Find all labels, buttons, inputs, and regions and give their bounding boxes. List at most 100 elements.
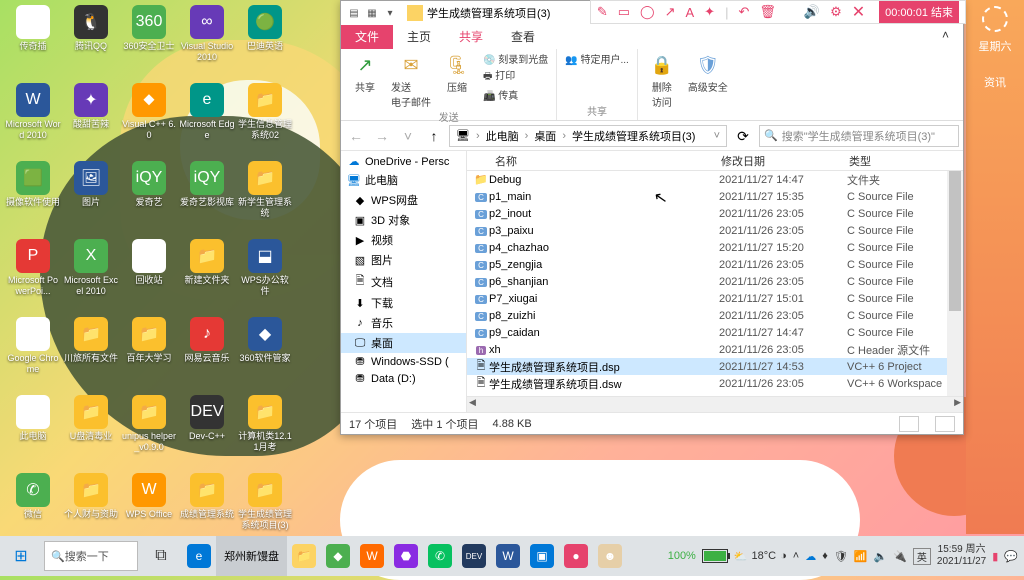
- remove-access-button[interactable]: 🔒删除 访问: [646, 51, 678, 109]
- nav-item[interactable]: ▣3D 对象: [341, 210, 466, 230]
- nav-item[interactable]: ☁OneDrive - Persc: [341, 153, 466, 170]
- nav-fwd-button[interactable]: →: [371, 125, 393, 147]
- desktop-icon[interactable]: eMicrosoft Edge: [179, 83, 235, 159]
- print-button[interactable]: 🖶 打印: [483, 67, 548, 86]
- tab-home[interactable]: 主页: [393, 25, 445, 49]
- taskbar-explorer[interactable]: 📁: [287, 536, 321, 576]
- stop-icon[interactable]: ✕: [852, 2, 865, 22]
- nav-item[interactable]: ▧图片: [341, 250, 466, 270]
- table-row[interactable]: Cp6_shanjian2021/11/26 23:05C Source Fil…: [467, 273, 963, 290]
- desktop-icon[interactable]: 🟩摄像软件使用: [5, 161, 61, 237]
- desktop-icon[interactable]: 🐧腾讯QQ: [63, 5, 119, 81]
- desktop-icon[interactable]: 🗑传奇插: [5, 5, 61, 81]
- desktop-icon[interactable]: 📁新建文件夹: [179, 239, 235, 315]
- undo-icon[interactable]: ↶: [738, 4, 749, 20]
- desktop-icon[interactable]: 🟢巴迪英语: [237, 5, 293, 81]
- burn-button[interactable]: 💿 刻录到光盘: [483, 51, 548, 66]
- nav-item[interactable]: 🖵桌面: [341, 333, 466, 353]
- desktop-icon[interactable]: PMicrosoft PowerPoi...: [5, 239, 61, 315]
- view-large-button[interactable]: [935, 416, 955, 432]
- table-row[interactable]: 🗎学生成绩管理系统项目.dsw2021/11/26 23:05VC++ 6 Wo…: [467, 375, 963, 392]
- desktop-icon[interactable]: ✦酸甜苦辣: [63, 83, 119, 159]
- nav-item[interactable]: ⬇下载: [341, 293, 466, 313]
- desktop-icon[interactable]: ∞Visual Studio 2010: [179, 5, 235, 81]
- callout-icon[interactable]: ✦: [704, 4, 715, 20]
- taskbar[interactable]: ⊞ 🔍 搜索一下 ⧉ e 郑州新馒盘 📁 ◆ W ⬣ ✆ DEV W ▣ ● ☻…: [0, 536, 1024, 576]
- arrow-icon[interactable]: ↗: [665, 4, 676, 20]
- view-details-button[interactable]: [899, 416, 919, 432]
- taskbar-devcpp[interactable]: DEV: [457, 536, 491, 576]
- nav-item[interactable]: ◆WPS网盘: [341, 190, 466, 210]
- table-row[interactable]: CP7_xiugai2021/11/27 15:01C Source File: [467, 290, 963, 307]
- table-row[interactable]: 🗎学生成绩管理系统项目.dsp2021/11/27 14:53VC++ 6 Pr…: [467, 358, 963, 375]
- scrollbar-thumb[interactable]: [949, 171, 961, 311]
- tray-volume-icon[interactable]: 🔈: [874, 550, 888, 563]
- taskbar-wps[interactable]: W: [355, 536, 389, 576]
- tray-tip-icon[interactable]: ♦: [822, 550, 828, 562]
- ime-indicator[interactable]: 英: [913, 548, 931, 565]
- tab-file[interactable]: 文件: [341, 25, 393, 49]
- vertical-scrollbar[interactable]: [947, 171, 963, 396]
- specific-users-button[interactable]: 👥 特定用户...: [565, 51, 629, 66]
- desktop-icon[interactable]: 🗑回收站: [121, 239, 177, 315]
- table-row[interactable]: Cp4_chazhao2021/11/27 15:20C Source File: [467, 239, 963, 256]
- desktop-icon[interactable]: WMicrosoft Word 2010: [5, 83, 61, 159]
- table-row[interactable]: Cp8_zuizhi2021/11/26 23:05C Source File: [467, 307, 963, 324]
- tray-wifi-icon[interactable]: 📶: [854, 550, 868, 563]
- taskbar-clock[interactable]: 15:59 周六 2021/11/27: [937, 544, 986, 568]
- desktop-icon[interactable]: 📁川旅所有文件: [63, 317, 119, 393]
- desktop-icon[interactable]: 📁unipus helper_v0.9.0: [121, 395, 177, 471]
- recorder-timer[interactable]: 00:00:01 结束: [879, 1, 959, 23]
- taskbar-avatar[interactable]: ☻: [593, 536, 627, 576]
- fax-button[interactable]: 📠 传真: [483, 87, 548, 102]
- nav-up-button[interactable]: ↑: [423, 125, 445, 147]
- nav-back-button[interactable]: ←: [345, 125, 367, 147]
- email-button[interactable]: ✉发送 电子邮件: [391, 51, 431, 109]
- weather-widget[interactable]: ⛅18°C◑: [734, 550, 787, 563]
- desktop-icon[interactable]: XMicrosoft Excel 2010: [63, 239, 119, 315]
- trash-icon[interactable]: 🗑: [759, 4, 776, 20]
- qat-new-folder-icon[interactable]: ▦: [365, 6, 379, 20]
- tab-view[interactable]: 查看: [497, 25, 549, 49]
- zip-button[interactable]: 🗜压缩: [441, 51, 473, 94]
- desktop-icon[interactable]: iQY爱奇艺影视库: [179, 161, 235, 237]
- table-row[interactable]: Cp2_inout2021/11/26 23:05C Source File: [467, 205, 963, 222]
- qat-properties-icon[interactable]: ▤: [347, 6, 361, 20]
- qat-dropdown-icon[interactable]: ▾: [383, 6, 397, 20]
- taskbar-wechat[interactable]: ✆: [423, 536, 457, 576]
- tray-shield-icon[interactable]: 🛡: [834, 550, 848, 563]
- taskbar-app1[interactable]: ▣: [525, 536, 559, 576]
- rect-icon[interactable]: ▭: [618, 4, 630, 20]
- text-icon[interactable]: A: [685, 5, 694, 20]
- table-row[interactable]: Cp3_paixu2021/11/26 23:05C Source File: [467, 222, 963, 239]
- tray-cloud-icon[interactable]: ☁: [805, 550, 816, 563]
- taskbar-browser-tab[interactable]: 郑州新馒盘: [216, 536, 287, 576]
- search-input[interactable]: 🔍搜索"学生成绩管理系统项目(3)": [759, 125, 959, 147]
- desktop-icon[interactable]: ⬓WPS办公软件: [237, 239, 293, 315]
- desktop-icon[interactable]: 📁新学生管理系统: [237, 161, 293, 237]
- ribbon-collapse-icon[interactable]: ˄: [928, 25, 963, 49]
- tray-noti1-icon[interactable]: ▮: [992, 550, 998, 563]
- nav-item[interactable]: 🗎文档: [341, 270, 466, 293]
- nav-item[interactable]: ▶视频: [341, 230, 466, 250]
- desktop-icon[interactable]: 📁百年大学习: [121, 317, 177, 393]
- table-row[interactable]: Cp9_caidan2021/11/27 14:47C Source File: [467, 324, 963, 341]
- desktop-icon[interactable]: 🖥此电脑: [5, 395, 61, 471]
- nav-item[interactable]: ⛃Data (D:): [341, 370, 466, 387]
- desktop-icon[interactable]: 📁U盘清毒业: [63, 395, 119, 471]
- advanced-security-button[interactable]: 🛡高级安全: [688, 51, 728, 94]
- tray-power-icon[interactable]: 🔌: [893, 550, 907, 563]
- desktop-icon[interactable]: 📁学生信息管理系统02: [237, 83, 293, 159]
- taskbar-word[interactable]: W: [491, 536, 525, 576]
- pencil-icon[interactable]: ✎: [597, 4, 608, 20]
- task-view-button[interactable]: ⧉: [140, 536, 182, 576]
- desktop-icon[interactable]: ⬥Visual C++ 6.0: [121, 83, 177, 159]
- screen-recorder-toolbar[interactable]: ✎ ▭ ◯ ↗ A ✦ | ↶ 🗑 🔊 ⚙ ✕ 00:00:01 结束: [590, 0, 966, 24]
- taskbar-vc[interactable]: ⬣: [389, 536, 423, 576]
- taskbar-edge[interactable]: e: [182, 536, 216, 576]
- horizontal-scrollbar[interactable]: [467, 396, 963, 412]
- taskbar-360[interactable]: ◆: [321, 536, 355, 576]
- breadcrumb[interactable]: 🖥› 此电脑› 桌面› 学生成绩管理系统项目(3) ˅: [449, 125, 727, 147]
- start-button[interactable]: ⊞: [0, 536, 42, 576]
- desktop-icon[interactable]: ◆360软件管家: [237, 317, 293, 393]
